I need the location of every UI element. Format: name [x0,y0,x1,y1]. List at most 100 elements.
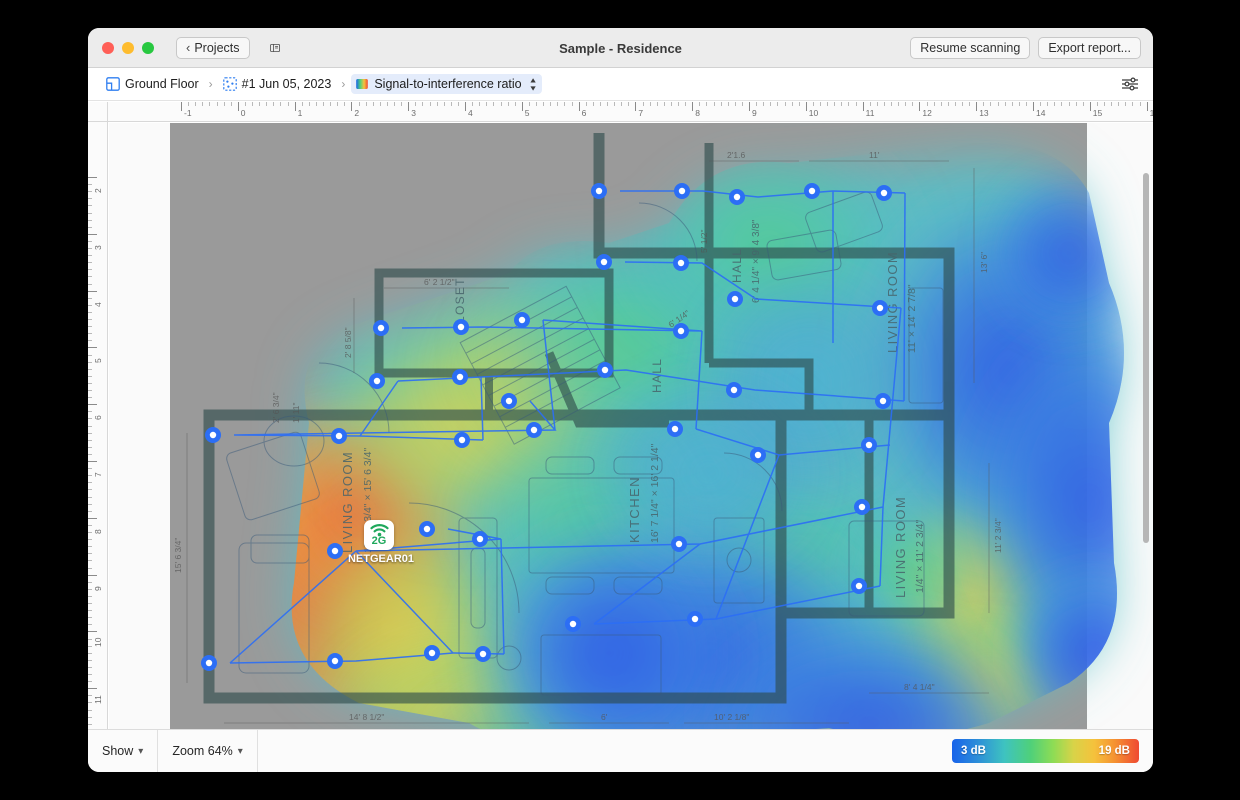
ruler-label: 15 [1093,108,1102,118]
ruler-tick [351,102,352,111]
ruler-tick-minor [756,102,757,106]
ruler-tick-minor [195,102,196,106]
traffic-lights [102,42,154,54]
export-report-button[interactable]: Export report... [1038,37,1141,59]
ruler-tick-minor [88,383,92,384]
breadcrumb-item-survey[interactable]: #1 Jun 05, 2023 [219,75,336,93]
survey-point-center [755,452,761,458]
show-menu-label: Show [102,744,133,758]
ruler-tick [408,102,409,111]
maximize-button[interactable] [142,42,154,54]
ruler-tick-minor [252,102,253,106]
breadcrumb-survey-label: #1 Jun 05, 2023 [242,77,332,91]
ruler-tick-minor [458,102,459,106]
floorplan-canvas[interactable]: LIVING ROOM 11' × 14' 2 7/8" LIVING ROOM… [109,123,1153,729]
ruler-tick-minor [501,102,502,106]
ruler-tick [88,518,97,519]
ruler-tick-minor [1026,102,1027,106]
ruler-tick-minor [628,102,629,106]
survey-point-center [210,432,216,438]
survey-point-center [678,260,684,266]
ruler-label: 14 [1036,108,1045,118]
ruler-tick [465,102,466,111]
ruler-tick-minor [671,102,672,106]
ruler-tick [88,291,97,292]
vertical-scrollbar[interactable] [1143,173,1149,543]
ruler-label: 11 [866,108,875,118]
breadcrumb-floor-label: Ground Floor [125,77,199,91]
ruler-label: 7 [638,108,643,118]
ruler-tick-minor [1061,102,1062,106]
breadcrumb-item-metric[interactable]: Signal-to-interference ratio ▲▼ [351,74,541,94]
ruler-label: 9 [752,108,757,118]
ruler-tick-minor [841,102,842,106]
ruler-tick-minor [88,426,92,427]
survey-point-center [332,548,338,554]
ruler-tick-minor [88,411,92,412]
ruler-label: 3 [93,245,103,250]
breadcrumb-metric-stepper[interactable]: ▲▼ [529,76,538,92]
ruler-tick-minor [88,589,92,590]
breadcrumb-item-floor[interactable]: Ground Floor [102,75,203,93]
ruler-tick-minor [88,454,92,455]
back-to-projects-label: Projects [194,41,239,55]
ruler-tick-minor [827,102,828,106]
ruler-tick [522,102,523,111]
ruler-tick-minor [877,102,878,106]
back-to-projects-button[interactable]: ‹ Projects [176,37,250,59]
room-label-kitchen: KITCHEN [627,476,642,543]
ruler-label: 2 [354,108,359,118]
zoom-menu-button[interactable]: Zoom 64% ▾ [158,730,257,773]
ruler-tick-minor [88,191,92,192]
ruler-label: 6 [582,108,587,118]
ruler-tick-minor [1069,102,1070,106]
dim-label-8: 13' 6" [979,252,989,273]
horizontal-ruler[interactable]: -101234567891011121314151617 [88,102,1153,122]
ruler-tick-minor [209,102,210,106]
dim-label-3: 6' [601,712,608,722]
resume-scanning-button[interactable]: Resume scanning [910,37,1030,59]
display-settings-icon[interactable] [1121,76,1139,92]
ruler-tick-minor [88,220,92,221]
ruler-tick-minor [88,646,92,647]
title-bar: ‹ Projects Sample - Residence Resume sca… [88,28,1153,68]
ruler-tick-minor [415,102,416,106]
breadcrumb: Ground Floor › #1 Jun 05, 2023 › [88,68,1153,101]
survey-point-center [679,188,685,194]
ruler-tick-minor [1012,102,1013,106]
ruler-tick-minor [593,102,594,106]
ruler-tick-minor [88,205,92,206]
ruler-tick-minor [344,102,345,106]
ruler-tick-minor [88,284,92,285]
ruler-tick-minor [88,667,92,668]
ruler-tick [88,631,97,632]
ruler-tick-minor [1118,102,1119,106]
survey-point-center [881,190,887,196]
ruler-tick-minor [444,102,445,106]
close-button[interactable] [102,42,114,54]
room-label-hall-1: HALL [730,248,744,283]
ruler-tick [692,102,693,111]
ruler-tick-minor [699,102,700,106]
ruler-tick-minor [763,102,764,106]
sidebar-toggle-button[interactable] [260,37,290,59]
survey-point-center [374,378,380,384]
show-menu-button[interactable]: Show ▾ [88,730,158,773]
minimize-button[interactable] [122,42,134,54]
room-dims-living-room-1: 11' × 14' 2 7/8" [906,284,918,353]
ruler-tick-minor [941,102,942,106]
ruler-tick-minor [224,102,225,106]
ruler-tick-minor [898,102,899,106]
ruler-label: -1 [184,108,192,118]
ruler-tick-minor [280,102,281,106]
ruler-tick-minor [437,102,438,106]
vertical-ruler[interactable]: 23456789101112 [88,122,108,729]
ruler-tick-minor [777,102,778,106]
dim-label-4: 8' 4 1/4" [904,682,935,692]
access-point-marker[interactable]: 2G [364,520,394,550]
ruler-tick [88,177,97,178]
titlebar-actions: Resume scanning Export report... [910,37,1141,59]
heatmap-floorplan: LIVING ROOM 11' × 14' 2 7/8" LIVING ROOM… [109,123,1153,729]
breadcrumb-separator-1: › [209,77,213,91]
access-point-band: 2G [372,536,387,546]
